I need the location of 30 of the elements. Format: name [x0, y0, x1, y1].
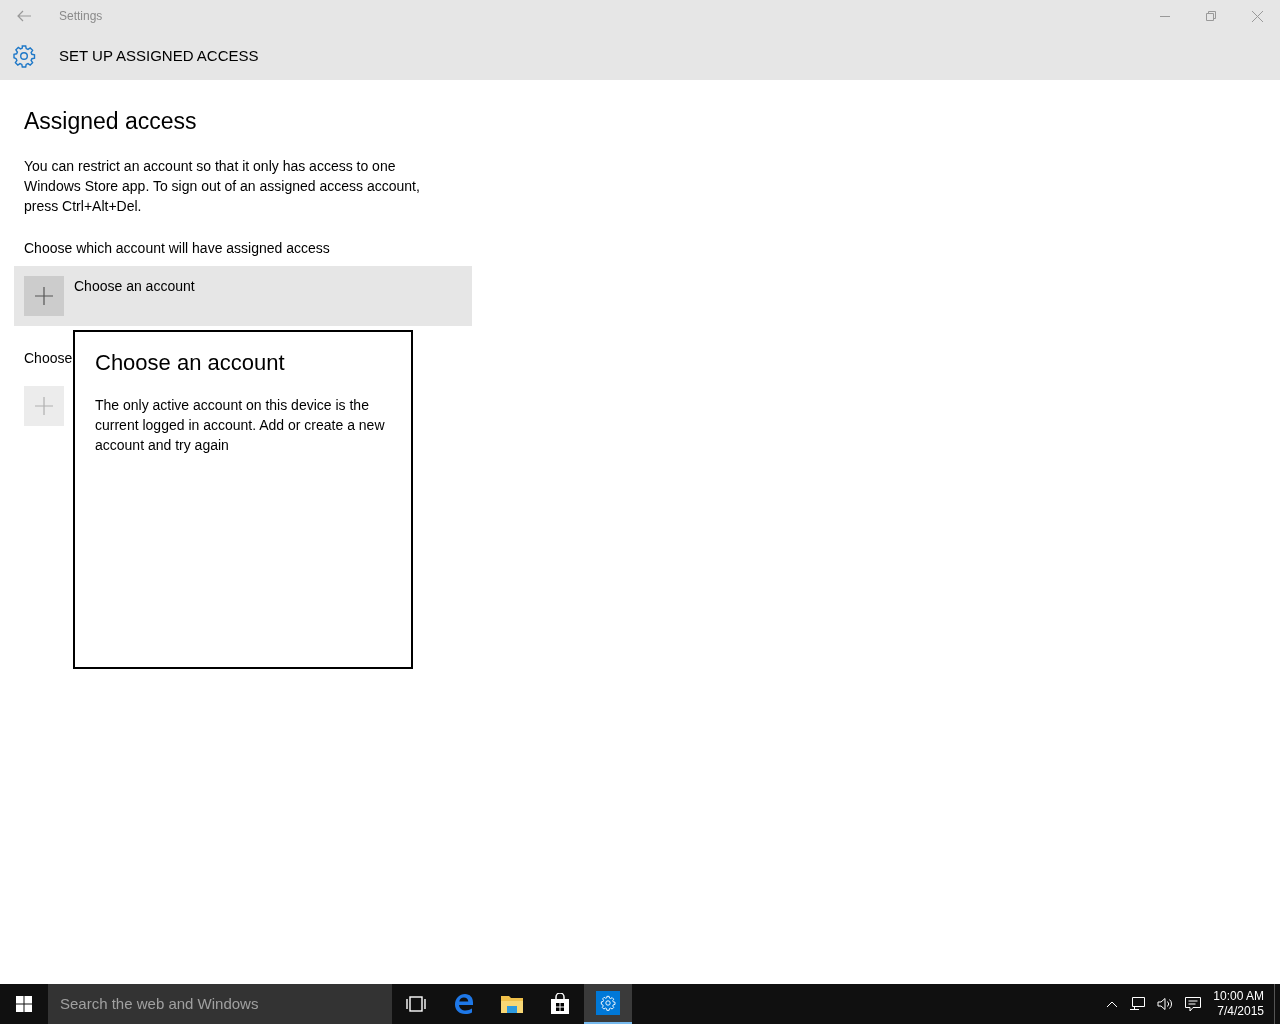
search-field[interactable]: Search the web and Windows [48, 984, 392, 1024]
restore-icon [1206, 11, 1216, 21]
section-label: Choose [24, 348, 73, 368]
section-label: Choose which account will have assigned access [24, 238, 330, 258]
windows-logo-icon [16, 996, 32, 1012]
description-text: You can restrict an account so that it only has access to one Windows Store app. To sign out of an assigned access account, press Ctrl+Alt+Del. [24, 156, 421, 216]
store-bag-icon [549, 993, 571, 1015]
gear-icon [12, 44, 36, 68]
minimize-icon [1160, 15, 1170, 17]
section-heading: Assigned access [24, 107, 198, 136]
flyout-title: Choose an account [95, 349, 286, 377]
clock-date: 7/4/2015 [1217, 1004, 1264, 1019]
page-title: SET UP ASSIGNED ACCESS [59, 45, 259, 66]
window-title: Settings [59, 8, 103, 25]
network-icon [1129, 997, 1146, 1011]
chevron-up-icon [1107, 1001, 1118, 1007]
task-view-icon [405, 996, 427, 1012]
browser-icon [453, 993, 475, 1015]
close-icon [1251, 10, 1263, 22]
message-icon [1185, 996, 1202, 1012]
account-picker[interactable]: Choose an account [14, 265, 472, 326]
folder-icon [500, 994, 524, 1014]
clock-time: 10:00 AM [1213, 989, 1264, 1004]
back-arrow-icon [17, 10, 31, 22]
speaker-icon [1157, 997, 1174, 1011]
plus-icon [35, 396, 53, 415]
account-picker-label: Choose an account [74, 276, 195, 296]
add-account-button[interactable] [24, 275, 64, 316]
flyout-message: The only active account on this device is the current logged in account. Add or create a new account and try again [95, 396, 386, 455]
plus-icon [35, 286, 53, 305]
